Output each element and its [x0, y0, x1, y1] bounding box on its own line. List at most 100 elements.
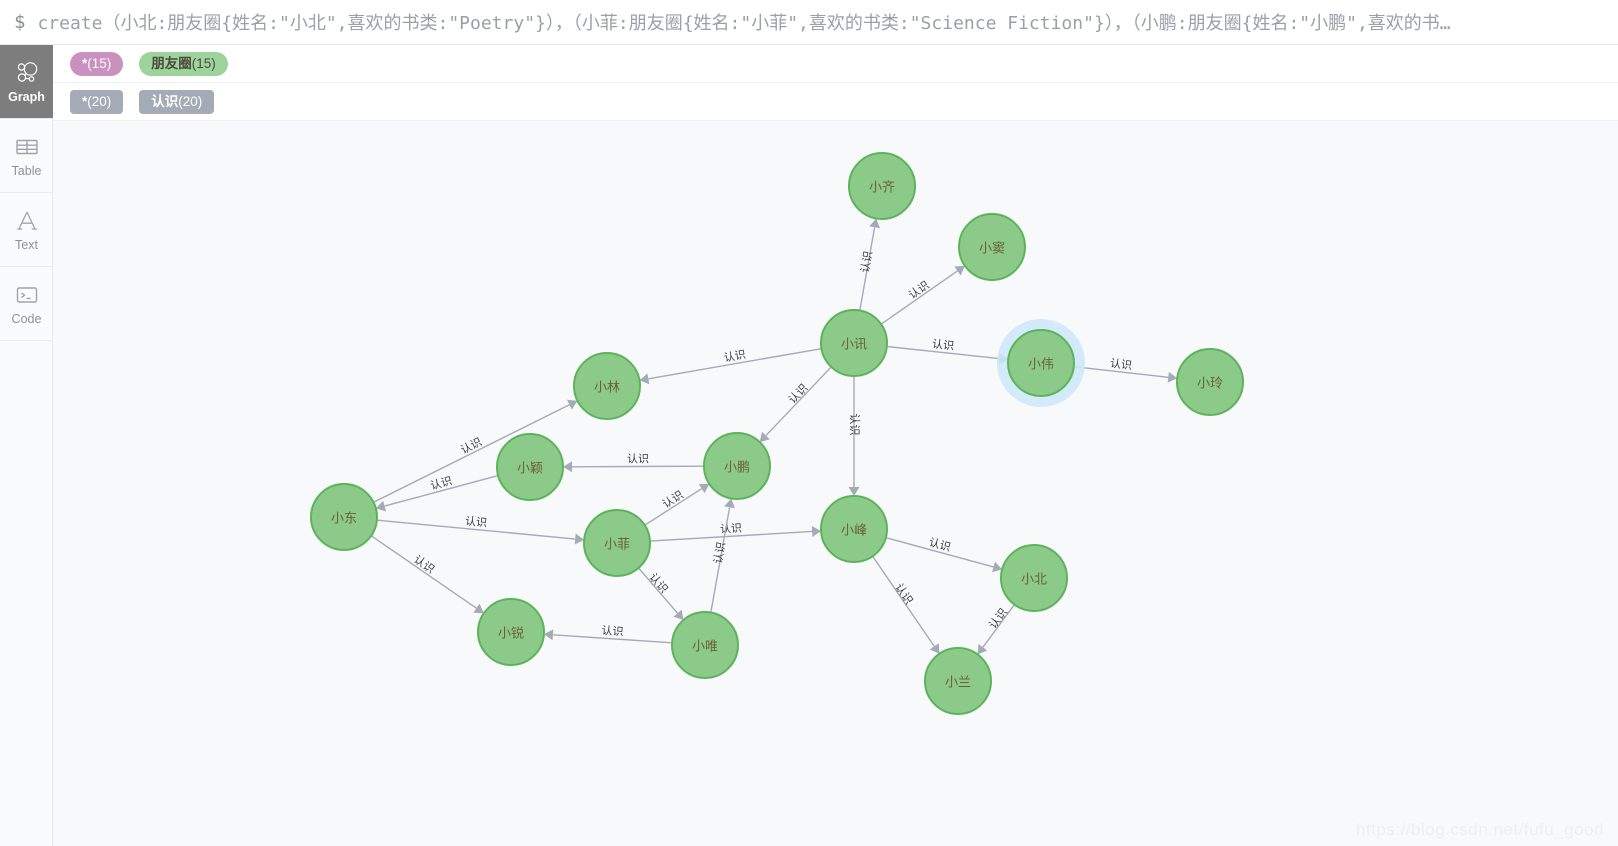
edge-arrowhead	[954, 265, 965, 276]
edge-arrowhead	[977, 643, 988, 655]
graph-svg[interactable]: 认识认识认识认识认识认识认识认识认识认识认识认识认识认识认识认识认识认识认识认识…	[53, 121, 1618, 846]
text-icon	[14, 208, 40, 234]
graph-node[interactable]: 小唯	[671, 611, 739, 679]
sidebar-item-code-label: Code	[11, 311, 42, 326]
edge-arrowhead	[992, 561, 1003, 573]
graph-edge[interactable]: 认识	[644, 483, 710, 526]
graph-edge[interactable]: 认识	[639, 348, 822, 385]
legend-panel: * (15) 朋友圈 (15) * (20) 认识 (20)	[53, 45, 1618, 121]
node-circle[interactable]	[820, 309, 888, 377]
neo4j-browser-result-frame: $ create（小北:朋友圈{姓名:"小北",喜欢的书类:"Poetry"}）…	[0, 0, 1618, 846]
sidebar-item-graph-label: Graph	[8, 89, 45, 104]
node-circle[interactable]	[1007, 329, 1075, 397]
graph-node[interactable]: 小窦	[958, 213, 1026, 281]
graph-edge[interactable]: 认识	[977, 604, 1015, 655]
graph-edge[interactable]: 认识	[370, 535, 484, 614]
edge-label: 认识	[1109, 357, 1132, 372]
graph-node[interactable]: 小锐	[477, 598, 545, 666]
node-circle[interactable]	[703, 432, 771, 500]
edge-label: 认识	[627, 452, 649, 465]
graph-edge[interactable]: 认识	[649, 522, 822, 542]
edge-arrowhead	[563, 461, 573, 473]
graph-node[interactable]: 小兰	[924, 647, 992, 715]
sidebar-item-table-label: Table	[11, 163, 42, 178]
edge-label: 认识	[927, 536, 952, 554]
graph-node[interactable]: 小讯	[820, 309, 888, 377]
node-circle[interactable]	[848, 152, 916, 220]
sidebar-item-table[interactable]: Table	[0, 119, 53, 193]
graph-node[interactable]: 小东	[310, 483, 378, 551]
query-prompt: $	[14, 11, 26, 33]
node-circle[interactable]	[671, 611, 739, 679]
graph-edge[interactable]: 认识	[872, 555, 940, 654]
graph-node[interactable]: 小北	[1000, 544, 1068, 612]
edge-label: 认识	[429, 474, 454, 492]
sidebar-item-text[interactable]: Text	[0, 193, 53, 267]
graph-canvas[interactable]: 认识 认识 认识 认识 认识 认识 认识 认识 认识 认识 认识 认识 认识 认识 认识 认识 认识 认识 认识 认识…	[53, 121, 1618, 846]
chip-any-relationship[interactable]: * (20)	[70, 89, 124, 114]
graph-node[interactable]: 小颖	[496, 433, 564, 501]
edge-label: 认识	[720, 522, 743, 536]
graph-edge[interactable]: 认识	[858, 218, 881, 311]
edge-arrowhead	[811, 525, 822, 537]
graph-edge[interactable]: 认识	[1073, 357, 1178, 383]
graph-edge[interactable]: 认识	[375, 474, 499, 512]
chip-relationship-renshi[interactable]: 认识 (20)	[139, 89, 215, 114]
chip-relationship-renshi-label: 认识	[151, 93, 179, 109]
node-circle[interactable]	[958, 213, 1026, 281]
graph-edge[interactable]: 认识	[638, 567, 684, 621]
chip-node-label-pengyouquan-label: 朋友圈	[151, 55, 192, 71]
edge-arrowhead	[929, 643, 940, 654]
node-circle[interactable]	[820, 495, 888, 563]
sidebar-item-code[interactable]: Code	[0, 267, 53, 341]
node-circle[interactable]	[477, 598, 545, 666]
node-circle[interactable]	[310, 483, 378, 551]
chip-relationship-renshi-count: (20)	[178, 93, 203, 109]
chip-node-label-pengyouquan[interactable]: 朋友圈 (15)	[139, 51, 228, 76]
node-circle[interactable]	[1000, 544, 1068, 612]
graph-edge[interactable]: 认识	[886, 337, 1009, 364]
graph-edge[interactable]: 认识	[848, 376, 861, 496]
graph-edge[interactable]: 认识	[543, 624, 673, 644]
sidebar-item-text-label: Text	[15, 237, 38, 252]
graph-edge[interactable]: 认识	[710, 498, 736, 613]
query-bar[interactable]: $ create（小北:朋友圈{姓名:"小北",喜欢的书类:"Poetry"}）…	[0, 0, 1618, 45]
graph-edge[interactable]: 认识	[563, 452, 705, 473]
graph-node[interactable]: 小林	[573, 352, 641, 420]
edge-arrowhead	[698, 483, 710, 494]
edge-label: 认识	[601, 624, 624, 638]
node-circle[interactable]	[583, 509, 651, 577]
graph-node[interactable]: 小玲	[1176, 348, 1244, 416]
view-mode-rail: Graph Table Text Code	[0, 45, 53, 846]
node-circle[interactable]	[573, 352, 641, 420]
edge-arrowhead	[543, 629, 554, 641]
sidebar-item-graph[interactable]: Graph	[0, 45, 53, 119]
edge-arrowhead	[869, 218, 881, 229]
edge-label: 认识	[465, 515, 488, 530]
node-circle[interactable]	[1176, 348, 1244, 416]
table-icon	[14, 134, 40, 160]
graph-edge[interactable]: 认识	[885, 536, 1003, 573]
graph-node[interactable]: 小伟	[997, 319, 1085, 407]
legend-row-relationship-types: * (20) 认识 (20)	[53, 83, 1618, 121]
edge-arrowhead	[848, 487, 860, 496]
chip-any-node[interactable]: * (15)	[70, 51, 124, 76]
graph-icon	[14, 60, 40, 86]
node-circle[interactable]	[924, 647, 992, 715]
edge-arrowhead	[1167, 371, 1178, 383]
graph-edge[interactable]: 认识	[880, 265, 965, 325]
node-circle[interactable]	[496, 433, 564, 501]
graph-node[interactable]: 小鹏	[703, 432, 771, 500]
graph-node[interactable]: 小菲	[583, 509, 651, 577]
legend-row-node-labels: * (15) 朋友圈 (15)	[53, 45, 1618, 83]
graph-node[interactable]: 小齐	[848, 152, 916, 220]
nodes-layer: 小齐小窦小讯 小伟 小玲 小林小颖 小鹏小东 小菲 小峰小北小锐 小唯小兰	[310, 152, 1244, 715]
query-text: create（小北:朋友圈{姓名:"小北",喜欢的书类:"Poetry"}），（…	[37, 13, 1451, 34]
chip-any-node-count: (15)	[87, 55, 112, 71]
edge-arrowhead	[473, 603, 484, 614]
edge-arrowhead	[574, 533, 585, 545]
graph-node[interactable]: 小峰	[820, 495, 888, 563]
edge-arrowhead	[724, 498, 736, 509]
graph-edge[interactable]: 认识	[376, 515, 585, 545]
graph-edge[interactable]: 认识	[759, 366, 832, 443]
